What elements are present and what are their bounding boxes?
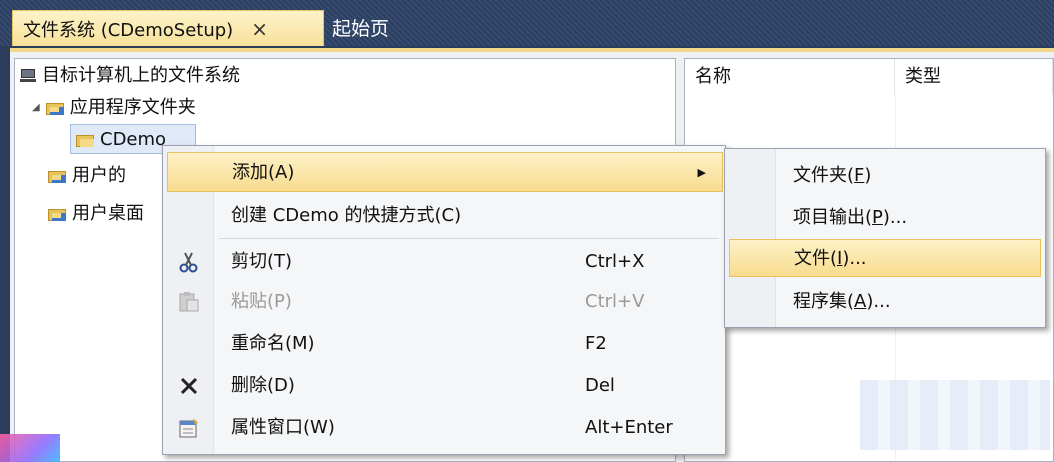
close-icon[interactable]: ×	[251, 17, 268, 41]
tree-item-application-folder[interactable]: ◢ 应用程序文件夹	[32, 94, 196, 122]
menu-item-shortcut: Del	[585, 375, 615, 396]
tree-item-label: 用户桌面	[72, 203, 144, 224]
tree-item-user-desktop[interactable]: 用户桌面	[48, 200, 144, 228]
menu-item-paste[interactable]: 粘贴(P) Ctrl+V	[167, 282, 723, 322]
tree-item-label: 应用程序文件夹	[69, 97, 196, 118]
column-header-name[interactable]: 名称	[685, 59, 895, 95]
menu-item-label: 添加(A)	[232, 162, 295, 183]
menu-item-shortcut: Ctrl+X	[585, 251, 645, 272]
tree-root-label: 目标计算机上的文件系统	[42, 65, 240, 86]
menu-item-label: 属性窗口(W)	[231, 417, 335, 438]
tree-item-cdemo[interactable]: CDemo	[76, 126, 166, 154]
document-tab-strip: 文件系统 (CDemoSetup) × 起始页	[0, 0, 1054, 46]
folder-icon	[48, 208, 66, 221]
menu-item-add[interactable]: 添加(A) ▶	[167, 152, 723, 192]
tree-root[interactable]: 目标计算机上的文件系统	[20, 62, 240, 90]
menu-item-label: 重命名(M)	[231, 333, 315, 354]
blurred-region	[860, 380, 1050, 450]
submenu-item-folder[interactable]: 文件夹(F)	[729, 157, 1041, 195]
context-menu: 添加(A) ▶ 创建 CDemo 的快捷方式(C) 剪切(T) Ctrl+X 粘…	[162, 145, 726, 455]
submenu-item-project-output[interactable]: 项目输出(P)...	[729, 199, 1041, 237]
column-header-type[interactable]: 类型	[895, 59, 1053, 95]
menu-item-cut[interactable]: 剪切(T) Ctrl+X	[167, 242, 723, 282]
menu-item-shortcut: F2	[585, 333, 607, 354]
submenu-item-file[interactable]: 文件(I)...	[729, 239, 1041, 277]
tree-item-user-programs[interactable]: 用户的	[48, 162, 126, 190]
delete-icon	[177, 374, 201, 398]
scissors-icon	[177, 250, 201, 274]
tab-file-system[interactable]: 文件系统 (CDemoSetup) ×	[12, 10, 324, 46]
paste-icon	[177, 290, 201, 314]
menu-item-shortcut: Alt+Enter	[585, 417, 673, 438]
expand-triangle-icon[interactable]: ◢	[32, 94, 40, 122]
folder-icon	[48, 170, 66, 183]
menu-item-label: 剪切(T)	[231, 251, 293, 272]
menu-item-label: 文件(I)...	[794, 248, 867, 269]
folder-open-icon	[76, 134, 94, 147]
folder-icon	[45, 102, 64, 115]
tree-item-label: 用户的	[72, 165, 126, 186]
menu-item-label: 文件夹(F)	[793, 165, 872, 186]
tab-file-system-label: 文件系统 (CDemoSetup)	[23, 19, 234, 41]
menu-item-label: 项目输出(P)...	[793, 207, 908, 228]
submenu-item-assembly[interactable]: 程序集(A)...	[729, 283, 1041, 321]
menu-item-delete[interactable]: 删除(D) Del	[167, 366, 723, 406]
submenu-arrow-icon: ▶	[697, 166, 706, 179]
add-submenu: 文件夹(F) 项目输出(P)... 文件(I)... 程序集(A)...	[724, 148, 1046, 328]
menu-item-create-shortcut[interactable]: 创建 CDemo 的快捷方式(C)	[167, 196, 723, 236]
computer-icon	[20, 69, 36, 83]
menu-item-properties[interactable]: 属性窗口(W) Alt+Enter	[167, 408, 723, 448]
menu-item-label: 创建 CDemo 的快捷方式(C)	[231, 205, 462, 226]
menu-item-rename[interactable]: 重命名(M) F2	[167, 324, 723, 364]
properties-icon	[177, 416, 201, 440]
menu-item-shortcut: Ctrl+V	[585, 291, 645, 312]
tree-item-label: CDemo	[100, 129, 167, 150]
tab-start-page[interactable]: 起始页	[332, 14, 389, 41]
menu-item-label: 删除(D)	[231, 375, 295, 396]
menu-separator	[219, 238, 719, 239]
menu-item-label: 程序集(A)...	[793, 291, 891, 312]
menu-item-label: 粘贴(P)	[231, 291, 292, 312]
desktop-decoration	[0, 434, 60, 462]
